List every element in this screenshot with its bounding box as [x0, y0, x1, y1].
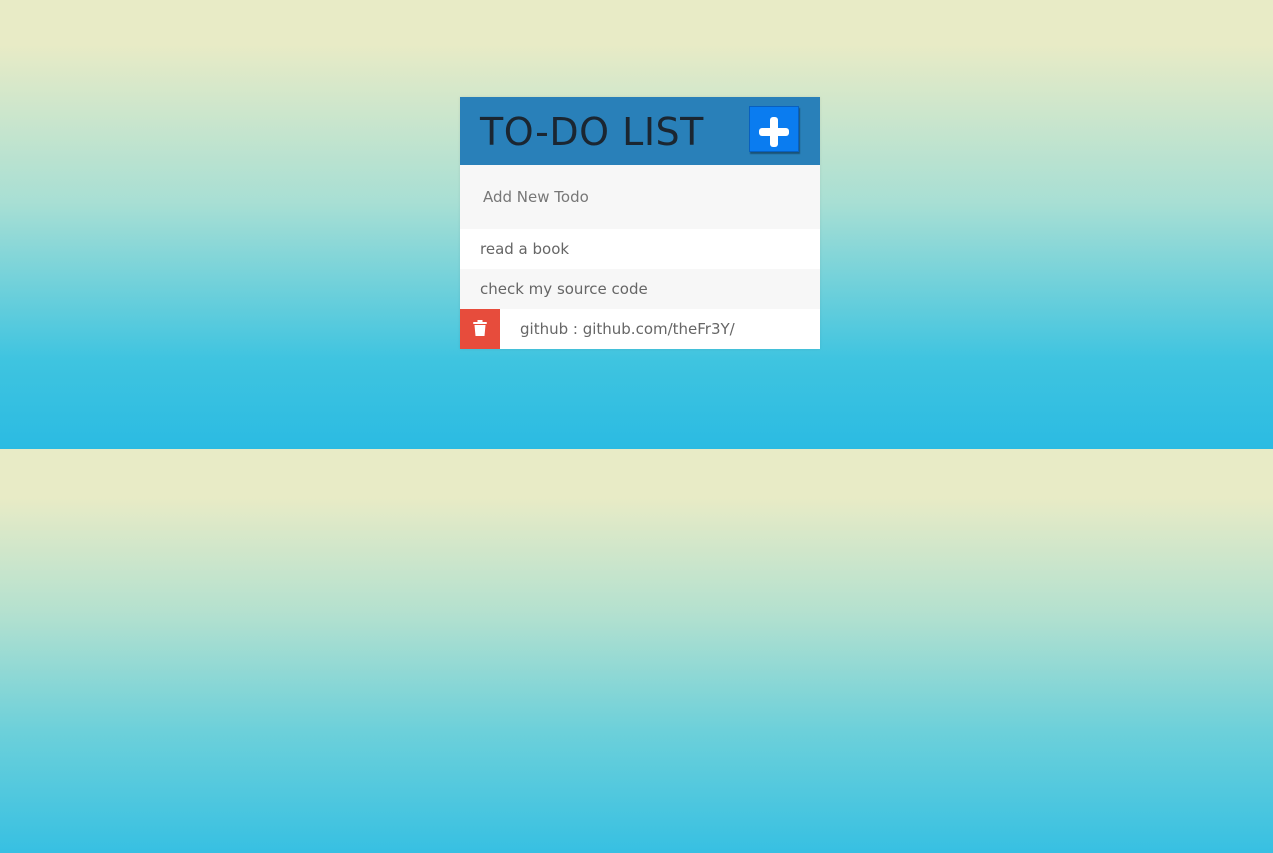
todo-card: TO-DO LIST read a book [460, 97, 820, 349]
page-title: TO-DO LIST [480, 110, 704, 154]
todo-item[interactable]: check my source code [460, 269, 820, 309]
card-header: TO-DO LIST [460, 97, 820, 165]
todo-item[interactable]: read a book [460, 229, 820, 269]
todo-list: read a book check my source code github … [460, 229, 820, 349]
delete-todo-button[interactable] [460, 309, 500, 349]
todo-text: read a book [480, 240, 570, 258]
todo-text: check my source code [480, 280, 648, 298]
todo-text: github : github.com/theFr3Y/ [520, 320, 735, 338]
page-background-lower [0, 449, 1273, 853]
add-todo-button[interactable] [749, 106, 799, 152]
new-todo-input[interactable] [460, 165, 820, 229]
todo-item[interactable]: github : github.com/theFr3Y/ [460, 309, 820, 349]
plus-icon [759, 117, 789, 147]
trash-icon [473, 320, 487, 336]
